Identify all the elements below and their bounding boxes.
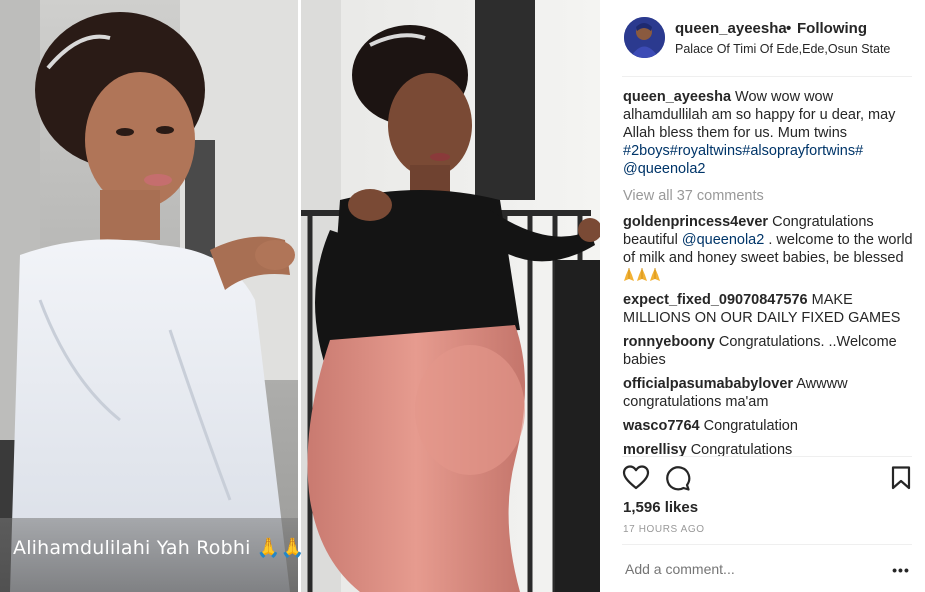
post-header: queen_ayeesha • Following Palace Of Timi… (600, 0, 925, 76)
actions-divider (622, 456, 912, 457)
caption-mention[interactable]: @queenola2 (623, 161, 705, 177)
comment-username[interactable]: morellisy (623, 442, 687, 456)
follow-status-button[interactable]: Following (797, 20, 867, 37)
caption-hashtags[interactable]: #2boys#royaltwins#alsoprayfortwins# (623, 143, 863, 159)
post-timestamp[interactable]: 17 HOURS AGO (623, 524, 705, 535)
bookmark-icon (891, 466, 911, 490)
comment-username[interactable]: wasco7764 (623, 418, 700, 434)
post-side-panel: queen_ayeesha • Following Palace Of Timi… (600, 0, 925, 592)
location-link[interactable]: Palace Of Timi Of Ede,Ede,Osun State (675, 42, 890, 56)
comment-bubble-icon (666, 466, 691, 491)
list-item: officialpasumababylover Awwww congratula… (623, 375, 913, 411)
view-all-comments-link[interactable]: View all 37 comments (623, 187, 913, 205)
prayer-hands-icon (624, 268, 634, 281)
comment-username[interactable]: expect_fixed_09070847576 (623, 292, 808, 308)
add-comment-divider (622, 544, 912, 545)
more-options-button[interactable]: ••• (890, 562, 912, 582)
comment-button[interactable] (663, 464, 691, 492)
comment-text: Congratulation (703, 418, 798, 434)
comments-list: queen_ayeesha Wow wow wow alhamdullilah … (623, 88, 913, 456)
list-item: expect_fixed_09070847576 MAKE MILLIONS O… (623, 291, 913, 327)
heart-icon (622, 465, 650, 490)
comment-username[interactable]: officialpasumababylover (623, 376, 793, 392)
list-item: ronnyeboony Congratulations. ..Welcome b… (623, 333, 913, 369)
header-divider (622, 76, 912, 77)
post-photo[interactable]: Alihamdulilahi Yah Robhi 🙏🙏 (0, 0, 600, 592)
prayer-hands-icon (650, 268, 660, 281)
post-caption: queen_ayeesha Wow wow wow alhamdullilah … (623, 88, 913, 178)
photo-collage (0, 0, 600, 592)
avatar-image (624, 17, 665, 58)
prayer-hands-icon (637, 268, 647, 281)
save-button[interactable] (888, 465, 914, 491)
like-button[interactable] (622, 464, 650, 492)
header-separator: • (786, 20, 792, 37)
header-username[interactable]: queen_ayeesha (675, 20, 787, 37)
avatar[interactable] (624, 17, 665, 58)
prayer-hands-icon (623, 268, 662, 284)
list-item: wasco7764 Congratulation (623, 417, 913, 435)
comment-mention[interactable]: @queenola2 (682, 232, 764, 248)
photo-caption-overlay: Alihamdulilahi Yah Robhi 🙏🙏 (13, 537, 305, 559)
caption-username[interactable]: queen_ayeesha (623, 89, 731, 105)
list-item: goldenprincess4ever Congratulations beau… (623, 213, 913, 285)
comment-username[interactable]: ronnyeboony (623, 334, 715, 350)
add-comment-input[interactable] (625, 561, 880, 577)
list-item: morellisy Congratulations (623, 441, 913, 456)
comment-text: Congratulations (690, 442, 793, 456)
likes-count[interactable]: 1,596 likes (623, 499, 698, 516)
comment-username[interactable]: goldenprincess4ever (623, 214, 768, 230)
